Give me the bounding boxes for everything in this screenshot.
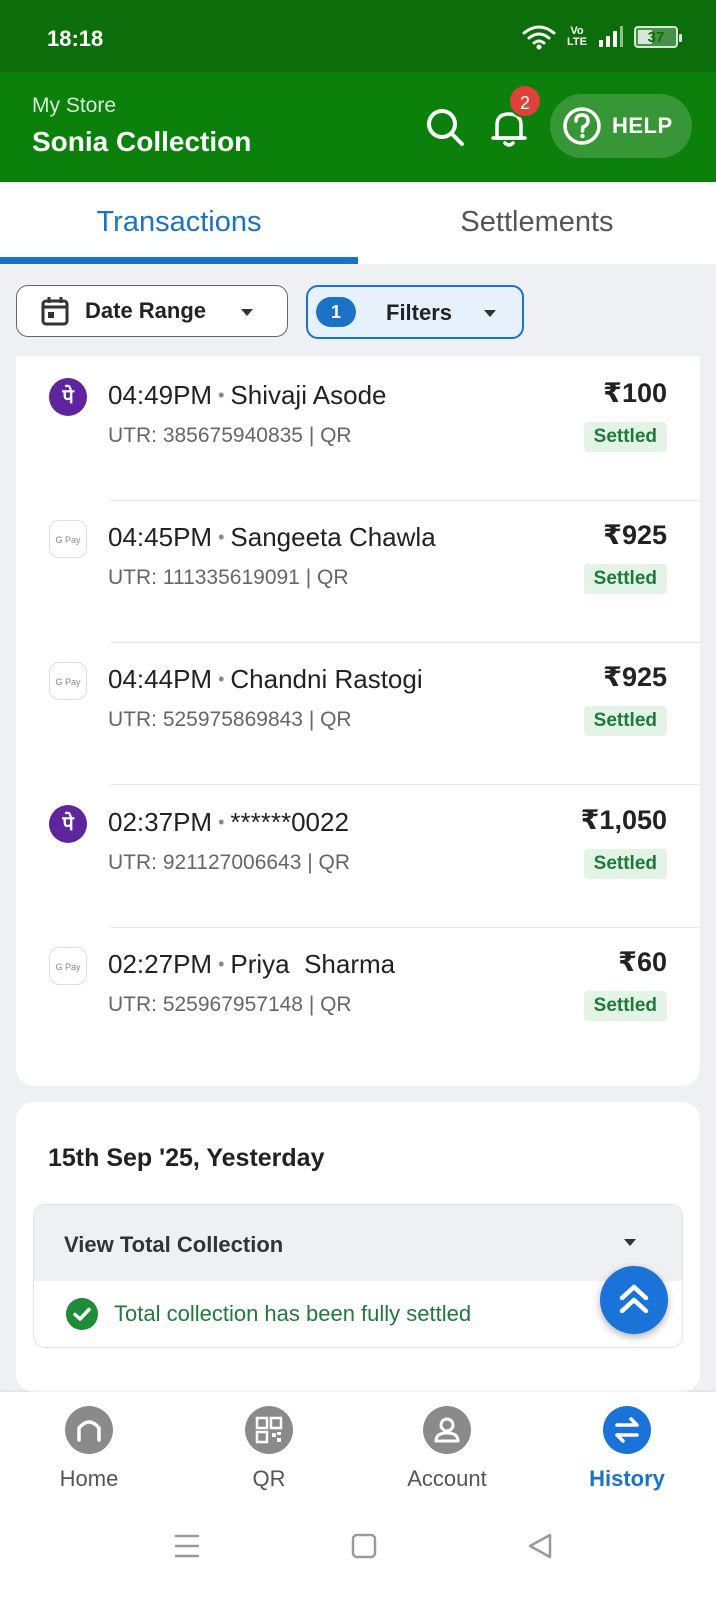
- nav-home[interactable]: Home: [14, 1406, 164, 1492]
- phonepe-icon: पे: [49, 805, 87, 843]
- filters-button[interactable]: 1 Filters: [306, 285, 524, 339]
- nav-qr-label: QR: [252, 1466, 286, 1491]
- status-badge: Settled: [583, 422, 667, 452]
- transaction-utr: UTR: 921127006643 | QR: [108, 851, 351, 874]
- payer-name: Priya Sharma: [230, 949, 396, 979]
- filters-count-badge: 1: [316, 297, 356, 327]
- gpay-icon: G Pay: [49, 947, 87, 985]
- account-icon: [423, 1406, 471, 1454]
- calendar-icon: [41, 297, 69, 326]
- day-summary-card: 15th Sep '25, Yesterday View Total Colle…: [16, 1102, 700, 1392]
- help-button[interactable]: HELP: [550, 94, 692, 158]
- nav-home-label: Home: [59, 1466, 119, 1491]
- battery-level: 37: [647, 29, 665, 46]
- gpay-icon: G Pay: [49, 662, 87, 700]
- search-icon[interactable]: [424, 106, 466, 148]
- system-nav-bar: [0, 1510, 716, 1600]
- transaction-row[interactable]: G Pay 02:27PM • Priya Sharma UTR: 52596795…: [16, 925, 700, 1070]
- transaction-title: 04:45PM • Sangeeta Chawla: [108, 522, 436, 552]
- transaction-amount: ₹60: [618, 947, 667, 977]
- status-badge: Settled: [583, 849, 667, 879]
- transaction-amount: ₹1,050: [580, 805, 667, 835]
- gpay-icon: G Pay: [49, 520, 87, 558]
- transaction-row[interactable]: G Pay 04:44PM • Chandni Rastogi UTR: 52597…: [16, 640, 700, 785]
- qr-code-icon: [245, 1406, 293, 1454]
- date-range-label: Date Range: [85, 298, 207, 323]
- nav-account[interactable]: Account: [372, 1406, 522, 1492]
- transaction-amount: ₹925: [603, 662, 667, 692]
- payer-name: Sangeeta Chawla: [230, 522, 436, 552]
- transaction-time: 04:49PM: [108, 380, 213, 410]
- total-collection-panel: View Total Collection Total collection h…: [33, 1204, 683, 1348]
- nav-account-label: Account: [407, 1466, 487, 1491]
- swap-arrows-icon: [603, 1406, 651, 1454]
- payer-name: Shivaji Asode: [230, 380, 387, 410]
- transaction-row[interactable]: G Pay 04:45PM • Sangeeta Chawla UTR: 11133…: [16, 498, 700, 643]
- help-label: HELP: [612, 113, 673, 138]
- volte-indicator: Vo LTE: [567, 25, 587, 48]
- nav-qr[interactable]: QR: [194, 1406, 344, 1492]
- store-name: Sonia Collection: [32, 126, 252, 157]
- battery-icon: 37: [634, 26, 682, 48]
- view-total-collection-toggle[interactable]: View Total Collection: [34, 1205, 682, 1281]
- transaction-utr: UTR: 385675940835 | QR: [108, 424, 352, 447]
- date-heading: 15th Sep '25, Yesterday: [48, 1144, 325, 1172]
- notification-badge: 2: [508, 84, 542, 118]
- home-square-icon[interactable]: [350, 1532, 378, 1560]
- settled-status-row: Total collection has been fully settled: [34, 1281, 682, 1347]
- transaction-title: 02:27PM • Priya Sharma: [108, 949, 396, 979]
- status-icons: Vo LTE 37: [522, 24, 682, 50]
- transaction-list: पे 04:49PM • Shivaji Asode UTR: 3856759408…: [16, 356, 700, 1086]
- transaction-utr: UTR: 525967957148 | QR: [108, 993, 352, 1016]
- help-icon: [563, 107, 601, 145]
- tab-settlements[interactable]: Settlements: [358, 182, 716, 264]
- filters-label: Filters: [386, 300, 453, 325]
- payer-name: Chandni Rastogi: [230, 664, 423, 694]
- transaction-title: 04:44PM • Chandni Rastogi: [108, 664, 423, 694]
- app-header: My Store Sonia Collection 2 HELP: [0, 72, 716, 182]
- check-circle-icon: [66, 1298, 98, 1330]
- chevron-down-icon: [241, 309, 253, 316]
- bottom-nav: Home QR Account History: [0, 1392, 716, 1510]
- nav-history-label: History: [589, 1466, 665, 1491]
- transaction-row[interactable]: पे 04:49PM • Shivaji Asode UTR: 3856759408…: [16, 356, 700, 501]
- transaction-amount: ₹100: [603, 378, 667, 408]
- transaction-time: 04:44PM: [108, 664, 213, 694]
- phonepe-icon: पे: [49, 378, 87, 416]
- home-icon: [65, 1406, 113, 1454]
- filter-row: Date Range 1 Filters: [16, 285, 716, 341]
- scroll-to-top-button[interactable]: [600, 1266, 668, 1334]
- double-chevron-up-icon: [619, 1284, 649, 1314]
- transaction-row[interactable]: पे 02:37PM • ******0022 UTR: 921127006643 …: [16, 783, 700, 928]
- signal-icon: [599, 26, 623, 47]
- status-time: 18:18: [47, 26, 104, 51]
- transaction-utr: UTR: 525975869843 | QR: [108, 708, 352, 731]
- payer-name: ******0022: [230, 807, 349, 837]
- view-total-collection-label: View Total Collection: [64, 1232, 284, 1257]
- settled-message: Total collection has been fully settled: [114, 1301, 472, 1326]
- transaction-amount: ₹925: [603, 520, 667, 550]
- nav-history[interactable]: History: [552, 1406, 702, 1492]
- status-bar: 18:18 Vo LTE 37: [0, 0, 716, 72]
- wifi-icon: [522, 25, 556, 50]
- status-badge: Settled: [583, 706, 667, 736]
- tab-bar: Transactions Settlements: [0, 182, 716, 264]
- transaction-time: 02:37PM: [108, 807, 213, 837]
- menu-icon[interactable]: [172, 1532, 202, 1560]
- transaction-title: 04:49PM • Shivaji Asode: [108, 380, 387, 410]
- chevron-down-icon: [484, 310, 496, 317]
- header-subtitle: My Store: [32, 94, 117, 117]
- transaction-time: 02:27PM: [108, 949, 213, 979]
- status-badge: Settled: [583, 564, 667, 594]
- transaction-time: 04:45PM: [108, 522, 213, 552]
- transaction-utr: UTR: 111335619091 | QR: [108, 566, 349, 589]
- back-icon[interactable]: [526, 1532, 554, 1560]
- chevron-down-icon: [624, 1239, 636, 1246]
- status-badge: Settled: [583, 991, 667, 1021]
- tab-transactions[interactable]: Transactions: [0, 182, 358, 264]
- transaction-title: 02:37PM • ******0022: [108, 807, 349, 837]
- date-range-button[interactable]: Date Range: [16, 285, 288, 337]
